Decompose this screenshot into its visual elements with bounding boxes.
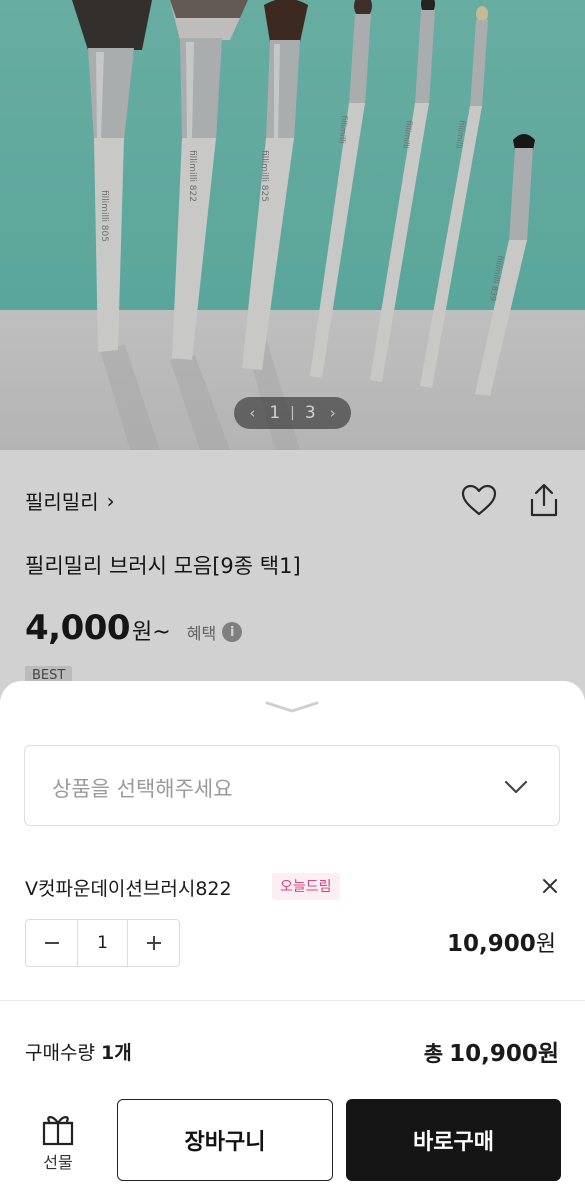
quantity-value[interactable]: 1 [77,920,128,966]
plus-icon [146,936,161,950]
gift-icon [42,1116,74,1146]
close-icon[interactable] [540,876,560,896]
chevron-right-icon: › [106,488,115,513]
total-quantity-value: 1개 [100,1042,132,1064]
total-quantity-label: 구매수량 [25,1042,95,1064]
pager-separator: | [290,405,295,421]
purchase-sheet: 상품을 선택해주세요 V컷파운데이션브러시822 오늘드림 1 10,900원 … [0,681,585,1200]
decrease-quantity-button[interactable] [26,920,77,966]
chevron-right-icon[interactable]: › [326,404,340,422]
today-delivery-badge: 오늘드림 [272,873,340,900]
product-image[interactable]: fillimilli 805 fillimilli 822 fillimilli… [0,0,585,450]
chevron-left-icon[interactable]: ‹ [245,404,259,422]
minus-icon [44,942,59,944]
option-select-placeholder: 상품을 선택해주세요 [52,777,233,801]
product-price: 4,000 [25,608,131,648]
share-icon[interactable] [527,482,561,518]
quantity-stepper: 1 [25,919,180,967]
gift-label: 선물 [43,1153,73,1172]
product-title: 필리밀리 브러시 모음[9종 택1] [25,554,301,578]
total-price-label: 총 [423,1042,444,1066]
svg-text:fillimilli: fillimilli [338,115,349,144]
pager-total: 3 [304,403,316,423]
divider [0,1000,585,1001]
total-price: 총 10,900원 [424,1034,559,1068]
option-price: 10,900원 [447,926,556,958]
increase-quantity-button[interactable] [128,920,179,966]
benefit-label: 혜택 [186,624,217,643]
total-price-value: 10,900원 [449,1041,559,1067]
buy-now-button[interactable]: 바로구매 [346,1099,561,1181]
pager-current: 1 [269,403,281,423]
selected-option-name: V컷파운데이션브러시822 [25,878,232,900]
image-pager[interactable]: ‹ 1 | 3 › [234,397,351,429]
total-quantity: 구매수량 1개 [25,1038,132,1065]
price-unit: 원~ [132,620,171,645]
add-to-cart-button[interactable]: 장바구니 [117,1099,333,1181]
info-icon: i [222,622,243,642]
sheet-collapse-handle-icon[interactable] [263,697,321,717]
option-price-unit: 원 [535,932,556,957]
product-info: 필리밀리 › 필리밀리 브러시 모음[9종 택1] 4,000 원~ 혜택 i … [0,450,585,690]
benefit-button[interactable]: 혜택 i [186,620,243,644]
price-row: 4,000 원~ 혜택 i [25,608,243,648]
svg-text:fillimilli 825: fillimilli 825 [259,150,269,202]
brand-name: 필리밀리 [25,490,99,514]
option-select[interactable]: 상품을 선택해주세요 [24,745,560,826]
chevron-down-icon [504,780,528,794]
heart-icon[interactable] [460,483,498,517]
gift-button[interactable]: 선물 [25,1107,91,1177]
brushes-illustration: fillimilli 805 fillimilli 822 fillimilli… [72,0,535,450]
brand-link[interactable]: 필리밀리 › [25,486,115,515]
svg-text:fillimilli 822: fillimilli 822 [187,150,197,202]
svg-text:fillimilli 805: fillimilli 805 [99,190,109,242]
option-price-value: 10,900 [446,931,536,957]
